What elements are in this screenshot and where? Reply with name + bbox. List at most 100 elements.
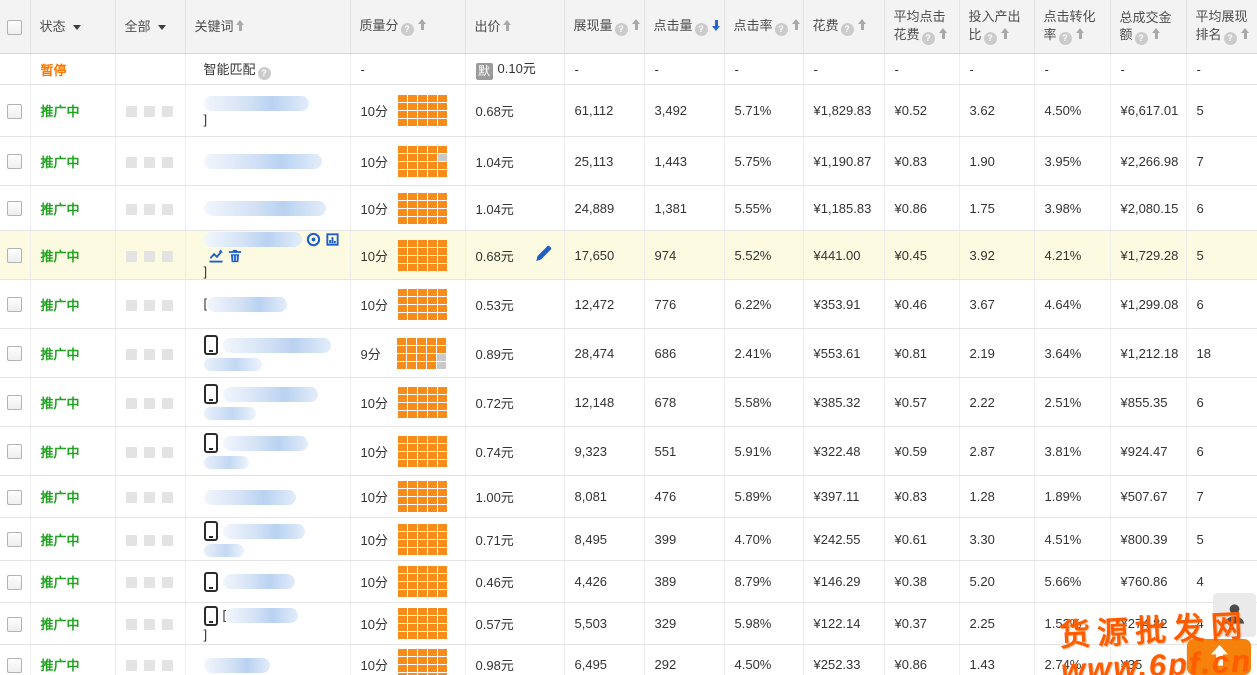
- quality-grid-cell: [428, 436, 437, 443]
- cell-roi: 3.67: [959, 280, 1034, 329]
- column-header-cost[interactable]: 花费?: [803, 0, 884, 54]
- cell-value: 2.25: [970, 616, 995, 631]
- cell-value: 1,381: [655, 201, 688, 216]
- device-placeholder: [126, 204, 137, 215]
- column-header-avg_click_cost[interactable]: 平均点击花费?: [884, 0, 959, 54]
- quality-grid-cell: [438, 387, 447, 394]
- dropdown-caret-icon[interactable]: [73, 25, 81, 30]
- match-type-icon[interactable]: [306, 232, 321, 247]
- device-placeholder: [162, 349, 173, 360]
- quality-grid-cell: [408, 436, 417, 443]
- cell-rank: 7: [1186, 137, 1257, 186]
- quality-grid-cell: [428, 532, 437, 539]
- row-checkbox[interactable]: [7, 444, 22, 459]
- cell-status: 推广中: [30, 280, 115, 329]
- column-header-rank[interactable]: 平均展现排名?: [1186, 0, 1257, 54]
- keyword-blurred: [223, 387, 318, 402]
- cell-ctr: 5.98%: [724, 603, 803, 645]
- keyword-table: 状态全部关键词质量分?出价展现量?点击量?点击率?花费?平均点击花费?投入产出比…: [0, 0, 1257, 675]
- row-checkbox[interactable]: [7, 658, 22, 673]
- cell-avg_click_cost: ¥0.57: [884, 378, 959, 427]
- sort-up-icon: [1001, 28, 1010, 40]
- column-header-device[interactable]: 全部: [115, 0, 185, 54]
- device-placeholder: [144, 398, 155, 409]
- device-placeholder: [126, 492, 137, 503]
- cell-rank: 7: [1186, 476, 1257, 518]
- column-header-bid[interactable]: 出价: [465, 0, 564, 54]
- column-header-conversion[interactable]: 点击转化率?: [1034, 0, 1110, 54]
- quality-grid-cell: [428, 395, 437, 402]
- cell-device: [115, 280, 185, 329]
- help-icon[interactable]: ?: [695, 23, 708, 36]
- help-icon[interactable]: ?: [984, 32, 997, 45]
- quality-grid: [398, 146, 447, 177]
- keyword-line: [204, 94, 350, 110]
- back-to-top-button[interactable]: [1187, 639, 1251, 675]
- help-icon[interactable]: ?: [401, 23, 414, 36]
- row-checkbox[interactable]: [7, 201, 22, 216]
- help-icon[interactable]: ?: [922, 32, 935, 45]
- cell-quality: 10分: [350, 186, 465, 231]
- row-checkbox[interactable]: [7, 297, 22, 312]
- keyword-line: ]: [204, 264, 350, 279]
- quality-grid-cell: [428, 201, 437, 208]
- row-checkbox[interactable]: [7, 617, 22, 632]
- column-header-select[interactable]: [0, 0, 30, 54]
- column-header-keyword[interactable]: 关键词: [185, 0, 350, 54]
- cell-avg_click_cost: ¥0.61: [884, 518, 959, 561]
- delete-icon[interactable]: [228, 248, 242, 263]
- quality-grid-cell: [428, 497, 437, 504]
- row-checkbox[interactable]: [7, 395, 22, 410]
- row-checkbox[interactable]: [7, 490, 22, 505]
- column-header-clicks[interactable]: 点击量?: [644, 0, 724, 54]
- help-icon[interactable]: ?: [1059, 32, 1072, 45]
- column-header-impressions[interactable]: 展现量?: [564, 0, 644, 54]
- cell-status: 推广中: [30, 518, 115, 561]
- help-icon[interactable]: ?: [841, 23, 854, 36]
- row-checkbox[interactable]: [7, 532, 22, 547]
- cell-impressions: 25,113: [564, 137, 644, 186]
- column-header-quality[interactable]: 质量分?: [350, 0, 465, 54]
- report-chart-icon[interactable]: [325, 232, 340, 247]
- customer-service-button[interactable]: [1213, 593, 1256, 637]
- row-checkbox[interactable]: [7, 575, 22, 590]
- edit-bid-icon[interactable]: [535, 245, 552, 265]
- row-checkbox[interactable]: [7, 104, 22, 119]
- column-header-ctr[interactable]: 点击率?: [724, 0, 803, 54]
- column-header-status[interactable]: 状态: [30, 0, 115, 54]
- quality-grid-cell: [398, 616, 407, 623]
- select-all-checkbox[interactable]: [7, 20, 22, 35]
- cell-value: ¥855.35: [1121, 395, 1168, 410]
- cell-value: 4.64%: [1045, 297, 1082, 312]
- help-icon[interactable]: ?: [775, 23, 788, 36]
- cell-conversion: 3.81%: [1034, 427, 1110, 476]
- sort-up-icon: [1152, 28, 1161, 40]
- quality-grid: [398, 524, 447, 555]
- cell-cost: ¥553.61: [803, 329, 884, 378]
- help-icon[interactable]: ?: [1224, 32, 1237, 45]
- help-icon[interactable]: ?: [615, 23, 628, 36]
- row-checkbox[interactable]: [7, 248, 22, 263]
- row-checkbox[interactable]: [7, 346, 22, 361]
- help-icon[interactable]: ?: [258, 67, 271, 80]
- dropdown-caret-icon[interactable]: [158, 25, 166, 30]
- device-placeholder: [144, 157, 155, 168]
- cell-keyword: ]: [185, 85, 350, 137]
- cell-value: 329: [655, 616, 677, 631]
- quality-grid-cell: [418, 505, 427, 512]
- keyword-line: ]: [204, 627, 350, 642]
- column-label: 质量分: [360, 18, 399, 33]
- trend-chart-icon[interactable]: [208, 248, 224, 263]
- help-icon[interactable]: ?: [1135, 32, 1148, 45]
- cell-quality: 10分: [350, 561, 465, 603]
- quality-grid-cell: [438, 256, 447, 263]
- device-placeholder: [162, 492, 173, 503]
- status-active-label: 推广中: [41, 575, 80, 590]
- cell-ctr: 4.50%: [724, 645, 803, 675]
- cell-value: ¥242.55: [814, 532, 861, 547]
- cell-value: -: [895, 62, 899, 77]
- column-header-roi[interactable]: 投入产出比?: [959, 0, 1034, 54]
- column-header-amount[interactable]: 总成交金额?: [1110, 0, 1186, 54]
- row-checkbox[interactable]: [7, 154, 22, 169]
- quality-grid-cell: [398, 395, 407, 402]
